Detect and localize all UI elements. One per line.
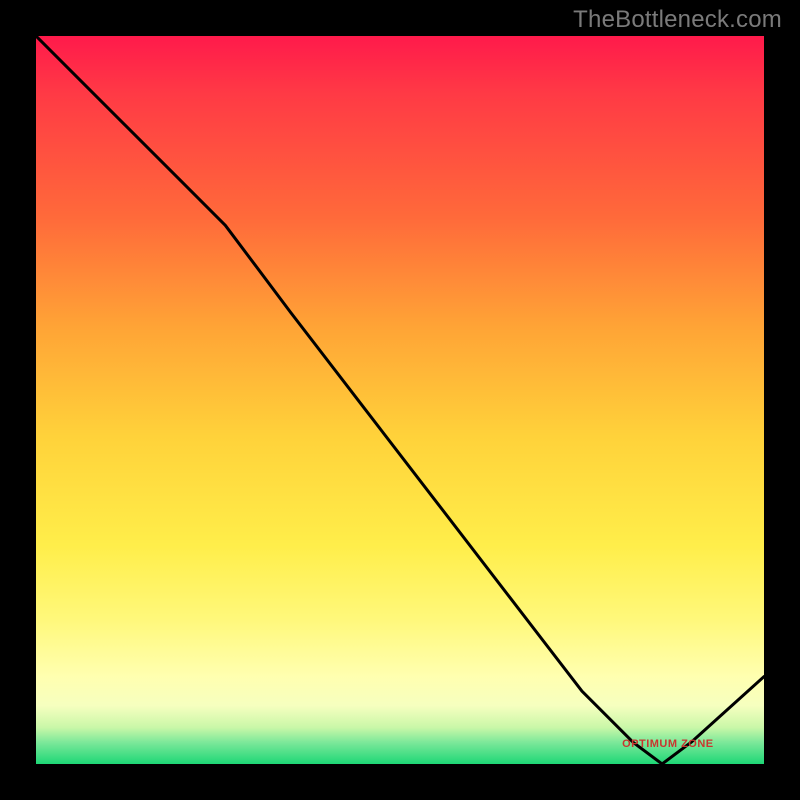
watermark-text: TheBottleneck.com <box>573 6 782 34</box>
chart-container: TheBottleneck.com OPTIMUM ZONE <box>0 0 800 800</box>
plot-gradient-background <box>36 36 764 764</box>
plot-frame: OPTIMUM ZONE <box>36 36 764 764</box>
optimal-zone-label: OPTIMUM ZONE <box>622 738 714 750</box>
